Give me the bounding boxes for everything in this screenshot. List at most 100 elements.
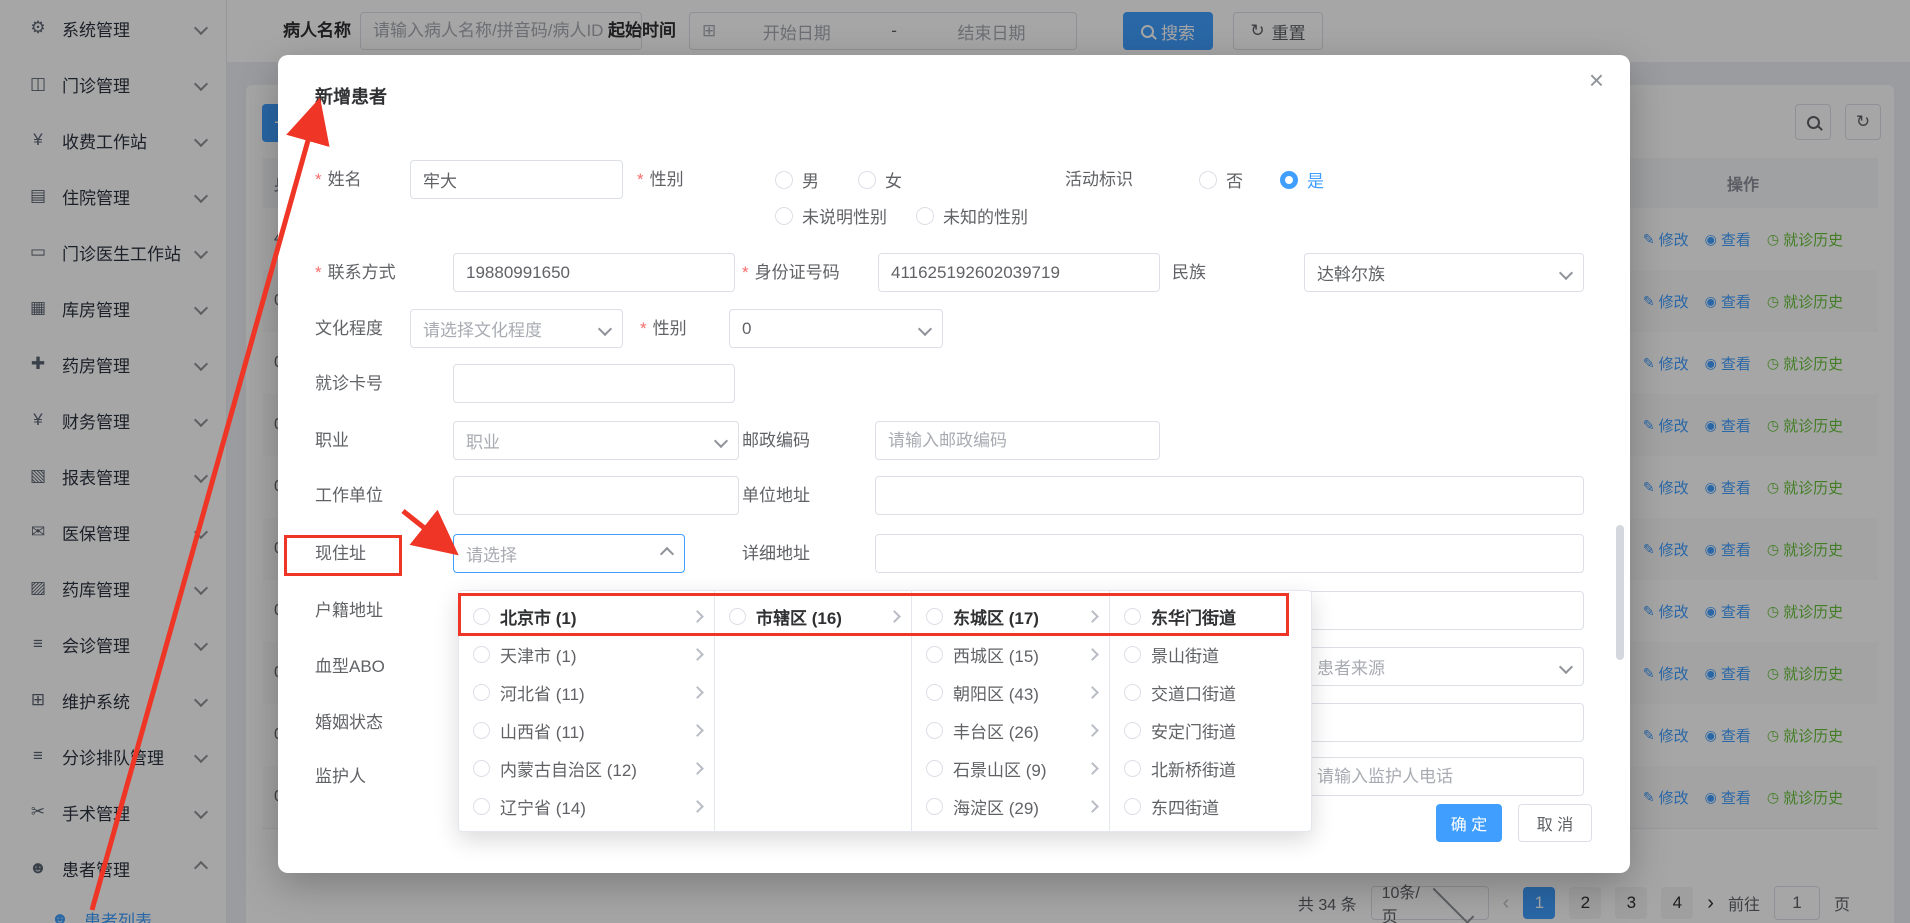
gender-male-radio[interactable]: 男 [775, 160, 819, 199]
cascader-option-dongsi[interactable]: 东四街道 [1110, 787, 1312, 825]
radio-icon [926, 760, 943, 777]
postal-label: 邮政编码 [742, 421, 810, 460]
detail-address-label: 详细地址 [742, 534, 810, 573]
chevron-right-icon [691, 762, 704, 775]
cascader-option-shanxi[interactable]: 山西省 (11) [459, 711, 714, 749]
cascader-option-xicheng[interactable]: 西城区 (15) [912, 635, 1109, 673]
cascader-option-chaoyang[interactable]: 朝阳区 (43) [912, 673, 1109, 711]
active-flag-label: 活动标识 [1065, 160, 1133, 199]
app-root: ⚙系统管理 ◫门诊管理 ¥收费工作站 ▤住院管理 ▭门诊医生工作站 ▦库房管理 … [0, 0, 1910, 923]
radio-icon [775, 171, 793, 189]
patient-source-select[interactable]: 患者来源 [1304, 647, 1584, 686]
postal-input[interactable] [875, 421, 1160, 460]
radio-icon [473, 760, 490, 777]
radio-icon [473, 608, 490, 625]
gender2-label: 性别 [640, 309, 687, 348]
chevron-right-icon [888, 610, 901, 623]
active-no-radio[interactable]: 否 [1199, 160, 1243, 199]
detail-address-input[interactable] [875, 534, 1584, 573]
cascader-option-jiaodaokou[interactable]: 交道口街道 [1110, 673, 1312, 711]
chevron-right-icon [691, 648, 704, 661]
marital-input[interactable] [1304, 703, 1584, 742]
id-number-label: 身份证号码 [742, 253, 840, 292]
id-number-input[interactable] [878, 253, 1160, 292]
ethnicity-select[interactable]: 达斡尔族 [1304, 253, 1584, 292]
radio-icon [473, 722, 490, 739]
radio-icon [473, 646, 490, 663]
marital-label: 婚姻状态 [315, 703, 383, 742]
radio-icon [926, 684, 943, 701]
radio-icon [1124, 798, 1141, 815]
chevron-down-icon [918, 321, 932, 335]
chevron-down-icon [1559, 659, 1573, 673]
cascader-city-column: 市辖区 (16) [715, 591, 912, 831]
unit-address-input[interactable] [875, 476, 1584, 515]
add-patient-modal: 新增患者 × 姓名 性别 男 女 未说明性别 未知的性别 活动标识 否 是 联系… [278, 55, 1630, 873]
radio-icon [1124, 646, 1141, 663]
name-label: 姓名 [315, 160, 362, 199]
modal-scrollbar[interactable] [1616, 525, 1624, 660]
gender-female-radio[interactable]: 女 [858, 160, 902, 199]
chevron-right-icon [691, 686, 704, 699]
radio-icon [1124, 608, 1141, 625]
address-cascader-panel: 北京市 (1) 天津市 (1) 河北省 (11) 山西省 (11) 内蒙古自治区… [458, 590, 1312, 832]
cancel-button[interactable]: 取 消 [1518, 804, 1592, 842]
contact-input[interactable] [453, 253, 735, 292]
gender-unknown-radio[interactable]: 未知的性别 [916, 196, 1028, 235]
radio-icon [858, 171, 876, 189]
gender-unstated-radio[interactable]: 未说明性别 [775, 196, 887, 235]
unit-address-label: 单位地址 [742, 476, 810, 515]
cascader-option-fengtai[interactable]: 丰台区 (26) [912, 711, 1109, 749]
radio-icon [926, 798, 943, 815]
cascader-option-haidian[interactable]: 海淀区 (29) [912, 787, 1109, 825]
cascader-option-andingmen[interactable]: 安定门街道 [1110, 711, 1312, 749]
cascader-option-liaoning[interactable]: 辽宁省 (14) [459, 787, 714, 825]
radio-icon [473, 684, 490, 701]
radio-icon [1124, 722, 1141, 739]
radio-icon [729, 608, 746, 625]
confirm-button[interactable]: 确 定 [1436, 804, 1502, 842]
chevron-right-icon [691, 800, 704, 813]
cascader-option-shixiaqu[interactable]: 市辖区 (16) [715, 597, 911, 635]
chevron-right-icon [1086, 762, 1099, 775]
modal-title: 新增患者 [315, 83, 387, 109]
cascader-option-shijingshan[interactable]: 石景山区 (9) [912, 749, 1109, 787]
contact-label: 联系方式 [315, 253, 396, 292]
chevron-down-icon [1559, 265, 1573, 279]
name-input[interactable] [410, 160, 623, 199]
chevron-right-icon [691, 610, 704, 623]
radio-icon [1124, 684, 1141, 701]
cascader-district-column: 东城区 (17) 西城区 (15) 朝阳区 (43) 丰台区 (26) 石景山区… [912, 591, 1110, 831]
chevron-right-icon [1086, 800, 1099, 813]
cascader-option-donghuamen[interactable]: 东华门街道 [1110, 597, 1312, 635]
radio-icon [1124, 760, 1141, 777]
cascader-option-tianjin[interactable]: 天津市 (1) [459, 635, 714, 673]
household-address-input[interactable] [1304, 591, 1584, 630]
radio-icon [1199, 171, 1217, 189]
active-yes-radio[interactable]: 是 [1280, 160, 1324, 199]
chevron-right-icon [691, 724, 704, 737]
work-unit-label: 工作单位 [315, 476, 383, 515]
cascader-province-column: 北京市 (1) 天津市 (1) 河北省 (11) 山西省 (11) 内蒙古自治区… [459, 591, 715, 831]
cascader-option-beixinqiao[interactable]: 北新桥街道 [1110, 749, 1312, 787]
chevron-right-icon [1086, 610, 1099, 623]
cascader-option-neimenggu[interactable]: 内蒙古自治区 (12) [459, 749, 714, 787]
radio-checked-icon [1280, 171, 1298, 189]
occupation-select[interactable]: 职业 [453, 421, 739, 460]
card-no-input[interactable] [453, 364, 735, 403]
cascader-option-dongcheng[interactable]: 东城区 (17) [912, 597, 1109, 635]
cascader-option-jingshan[interactable]: 景山街道 [1110, 635, 1312, 673]
chevron-down-icon [714, 433, 728, 447]
education-select[interactable]: 请选择文化程度 [410, 309, 623, 348]
close-icon[interactable]: × [1589, 67, 1604, 93]
chevron-right-icon [1086, 724, 1099, 737]
gender2-select[interactable]: 0 [729, 309, 943, 348]
cascader-option-beijing[interactable]: 北京市 (1) [459, 597, 714, 635]
cascader-option-hebei[interactable]: 河北省 (11) [459, 673, 714, 711]
current-address-select[interactable]: 请选择 [453, 534, 685, 573]
blood-type-label: 血型ABO [315, 647, 385, 686]
occupation-label: 职业 [315, 421, 349, 460]
radio-icon [775, 207, 793, 225]
guardian-phone-input[interactable] [1304, 757, 1584, 796]
work-unit-input[interactable] [453, 476, 739, 515]
